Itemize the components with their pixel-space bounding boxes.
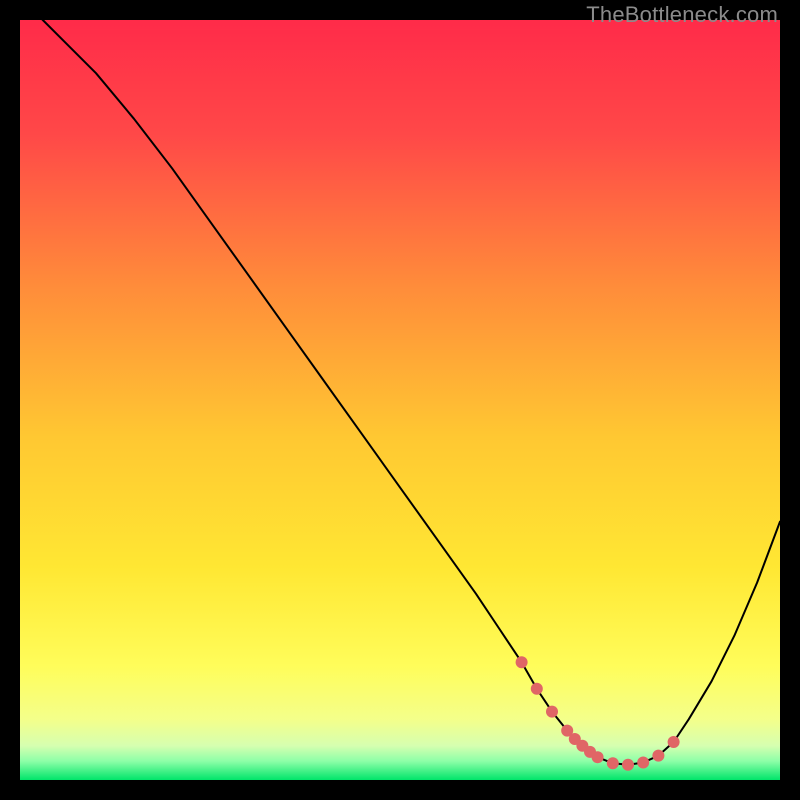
gradient-background [20, 20, 780, 780]
optimal-dot [652, 750, 664, 762]
optimal-dot [637, 757, 649, 769]
optimal-dot [592, 751, 604, 763]
optimal-dot [531, 683, 543, 695]
watermark-text: TheBottleneck.com [586, 2, 778, 28]
chart-frame: TheBottleneck.com [0, 0, 800, 800]
optimal-dot [668, 736, 680, 748]
optimal-dot [516, 656, 528, 668]
bottleneck-chart [20, 20, 780, 780]
optimal-dot [622, 759, 634, 771]
optimal-dot [607, 757, 619, 769]
optimal-dot [546, 706, 558, 718]
